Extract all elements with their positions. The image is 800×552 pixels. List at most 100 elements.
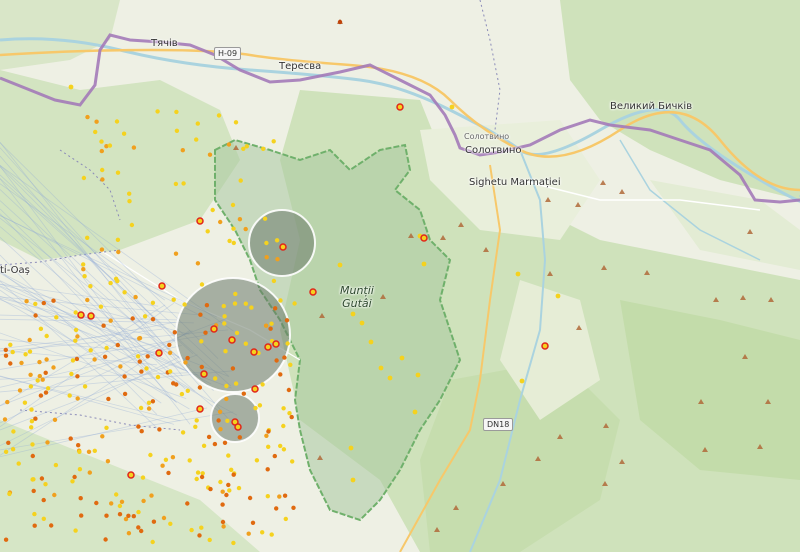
point-marker[interactable] — [106, 396, 111, 402]
point-marker[interactable] — [206, 434, 212, 440]
point-marker[interactable] — [119, 499, 125, 504]
point-marker[interactable] — [227, 488, 232, 493]
point-marker[interactable] — [224, 492, 229, 498]
point-marker[interactable] — [52, 492, 57, 498]
point-marker[interactable] — [104, 425, 109, 430]
point-marker[interactable] — [27, 349, 33, 354]
map-canvas[interactable] — [0, 0, 800, 552]
point-marker[interactable] — [163, 457, 169, 462]
point-marker[interactable] — [67, 393, 72, 398]
point-marker[interactable] — [223, 349, 228, 354]
point-marker[interactable] — [148, 452, 153, 458]
point-marker[interactable] — [142, 314, 148, 319]
point-marker[interactable] — [68, 84, 74, 90]
point-marker[interactable] — [201, 443, 207, 448]
point-marker[interactable] — [272, 340, 280, 348]
point-marker[interactable] — [269, 532, 274, 537]
point-marker[interactable] — [181, 181, 186, 186]
point-marker[interactable] — [264, 255, 269, 260]
point-marker[interactable] — [98, 304, 104, 309]
point-marker[interactable] — [196, 405, 204, 413]
point-marker[interactable] — [229, 467, 234, 472]
point-marker[interactable] — [228, 336, 236, 344]
point-marker[interactable] — [87, 470, 93, 475]
point-marker[interactable] — [183, 360, 188, 365]
point-marker[interactable] — [519, 378, 525, 384]
point-marker[interactable] — [291, 505, 296, 510]
point-marker[interactable] — [131, 145, 137, 150]
point-marker[interactable] — [149, 493, 154, 498]
point-marker[interactable] — [278, 372, 283, 377]
point-marker[interactable] — [10, 349, 15, 355]
point-marker[interactable] — [226, 453, 231, 458]
point-marker[interactable] — [139, 369, 144, 374]
point-marker[interactable] — [274, 358, 279, 363]
point-marker[interactable] — [127, 199, 132, 204]
point-marker[interactable] — [86, 449, 92, 454]
point-marker[interactable] — [103, 537, 108, 542]
point-marker[interactable] — [226, 482, 231, 488]
point-marker[interactable] — [194, 418, 199, 423]
point-marker[interactable] — [213, 376, 218, 381]
point-marker[interactable] — [173, 251, 179, 256]
point-marker[interactable] — [85, 297, 90, 303]
map-view[interactable]: Тячів Тересва Великий Бичків Солотвино С… — [0, 0, 800, 552]
point-marker[interactable] — [81, 262, 86, 267]
point-marker[interactable] — [137, 359, 142, 364]
point-marker[interactable] — [39, 476, 45, 481]
point-marker[interactable] — [44, 333, 49, 339]
point-marker[interactable] — [45, 386, 51, 391]
point-marker[interactable] — [38, 393, 44, 398]
point-marker[interactable] — [250, 520, 256, 525]
point-marker[interactable] — [350, 477, 356, 483]
point-marker[interactable] — [108, 280, 113, 286]
point-marker[interactable] — [227, 238, 232, 244]
point-marker[interactable] — [171, 381, 176, 386]
point-marker[interactable] — [54, 315, 59, 320]
point-marker[interactable] — [180, 148, 185, 153]
point-marker[interactable] — [115, 170, 121, 175]
point-marker[interactable] — [194, 137, 199, 142]
point-marker[interactable] — [75, 334, 80, 339]
point-marker[interactable] — [10, 447, 16, 452]
point-marker[interactable] — [139, 429, 144, 434]
point-marker[interactable] — [265, 467, 270, 472]
point-marker[interactable] — [378, 365, 384, 371]
point-marker[interactable] — [226, 142, 232, 147]
point-marker[interactable] — [93, 129, 98, 135]
point-marker[interactable] — [109, 501, 114, 506]
point-marker[interactable] — [292, 301, 297, 306]
point-marker[interactable] — [104, 513, 109, 518]
point-marker[interactable] — [41, 497, 46, 503]
point-marker[interactable] — [254, 458, 260, 463]
point-marker[interactable] — [6, 440, 11, 445]
point-marker[interactable] — [131, 514, 136, 519]
point-marker[interactable] — [274, 506, 279, 511]
point-marker[interactable] — [122, 290, 127, 295]
point-marker[interactable] — [136, 424, 141, 429]
point-marker[interactable] — [199, 474, 205, 480]
point-marker[interactable] — [253, 405, 258, 411]
point-marker[interactable] — [82, 384, 88, 389]
point-marker[interactable] — [155, 349, 163, 357]
point-marker[interactable] — [146, 400, 152, 405]
point-marker[interactable] — [75, 374, 80, 379]
point-marker[interactable] — [218, 427, 223, 432]
point-marker[interactable] — [81, 175, 87, 181]
point-marker[interactable] — [137, 335, 143, 341]
point-marker[interactable] — [174, 109, 179, 115]
point-marker[interactable] — [234, 330, 240, 336]
point-marker[interactable] — [187, 458, 192, 463]
point-marker[interactable] — [43, 390, 49, 395]
point-marker[interactable] — [171, 297, 176, 302]
point-marker[interactable] — [115, 342, 121, 348]
point-marker[interactable] — [30, 453, 35, 459]
point-marker[interactable] — [126, 531, 132, 536]
point-marker[interactable] — [115, 278, 120, 284]
point-marker[interactable] — [264, 240, 269, 246]
point-marker[interactable] — [231, 240, 236, 246]
point-marker[interactable] — [92, 448, 98, 453]
point-marker[interactable] — [85, 235, 90, 240]
point-marker[interactable] — [3, 353, 9, 358]
point-marker[interactable] — [27, 337, 32, 343]
